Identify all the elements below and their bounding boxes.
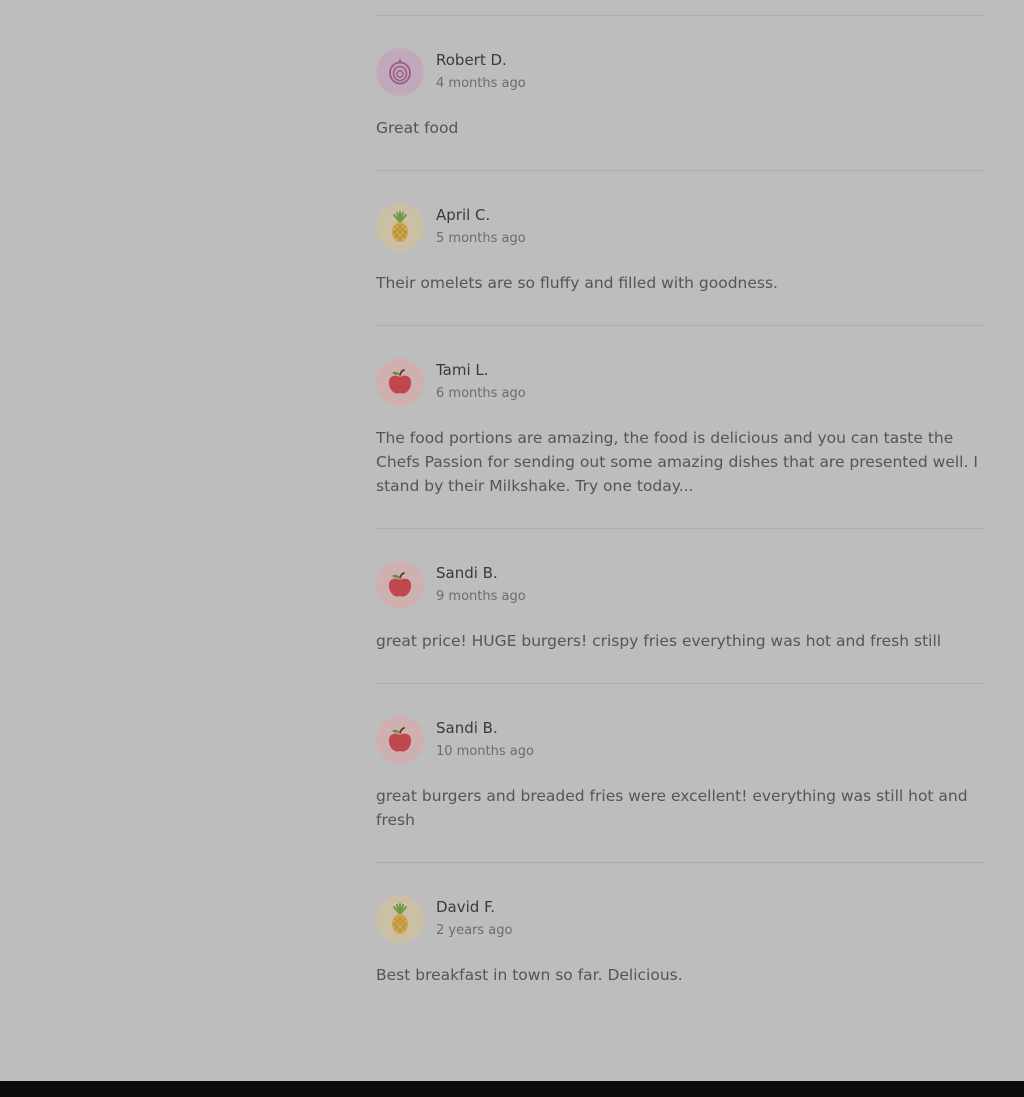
avatar [376, 203, 424, 251]
review-text: The food portions are amazing, the food … [376, 429, 978, 495]
review-meta: Sandi B. 9 months ago [436, 561, 526, 605]
review-item: Tami L. 6 months ago The food portions a… [376, 326, 984, 529]
reviewer-name[interactable]: Robert D. [436, 51, 526, 69]
avatar [376, 561, 424, 609]
avatar [376, 716, 424, 764]
review-meta: David F. 2 years ago [436, 895, 512, 939]
review-time: 2 years ago [436, 923, 513, 938]
pineapple-icon [385, 902, 415, 936]
avatar [376, 358, 424, 406]
reviews-list: Robert D. 4 months ago Great food April … [376, 0, 984, 1017]
review-meta: April C. 5 months ago [436, 203, 526, 247]
review-item: David F. 2 years ago Best breakfast in t… [376, 863, 984, 1017]
review-text: Best breakfast in town so far. Delicious… [376, 966, 683, 984]
reviewer-name[interactable]: Tami L. [436, 361, 526, 379]
review-item: Sandi B. 10 months ago great burgers and… [376, 684, 984, 863]
review-header: April C. 5 months ago [376, 203, 984, 251]
apple-icon [385, 367, 415, 397]
review-header: Tami L. 6 months ago [376, 358, 984, 406]
review-item: Sandi B. 9 months ago great price! HUGE … [376, 529, 984, 684]
top-divider [376, 0, 984, 16]
reviewer-name[interactable]: Sandi B. [436, 719, 534, 737]
apple-icon [385, 570, 415, 600]
review-text: Their omelets are so fluffy and filled w… [376, 274, 778, 292]
review-item: April C. 5 months ago Their omelets are … [376, 171, 984, 326]
review-meta: Robert D. 4 months ago [436, 48, 526, 92]
review-text: great price! HUGE burgers! crispy fries … [376, 632, 942, 650]
review-header: Sandi B. 10 months ago [376, 716, 984, 764]
reviewer-name[interactable]: David F. [436, 898, 512, 916]
review-header: Robert D. 4 months ago [376, 48, 984, 96]
review-text: Great food [376, 119, 459, 137]
review-time: 5 months ago [436, 231, 526, 246]
review-header: David F. 2 years ago [376, 895, 984, 943]
footer-bar [0, 1081, 1024, 1097]
review-text: great burgers and breaded fries were exc… [376, 787, 968, 829]
review-meta: Tami L. 6 months ago [436, 358, 526, 402]
onion-icon [385, 57, 415, 87]
review-meta: Sandi B. 10 months ago [436, 716, 534, 760]
review-item: Robert D. 4 months ago Great food [376, 16, 984, 171]
reviewer-name[interactable]: April C. [436, 206, 526, 224]
review-time: 10 months ago [436, 744, 534, 759]
avatar [376, 895, 424, 943]
review-time: 4 months ago [436, 76, 526, 91]
reviewer-name[interactable]: Sandi B. [436, 564, 526, 582]
review-header: Sandi B. 9 months ago [376, 561, 984, 609]
review-time: 6 months ago [436, 386, 526, 401]
avatar [376, 48, 424, 96]
pineapple-icon [385, 210, 415, 244]
review-time: 9 months ago [436, 589, 526, 604]
apple-icon [385, 725, 415, 755]
